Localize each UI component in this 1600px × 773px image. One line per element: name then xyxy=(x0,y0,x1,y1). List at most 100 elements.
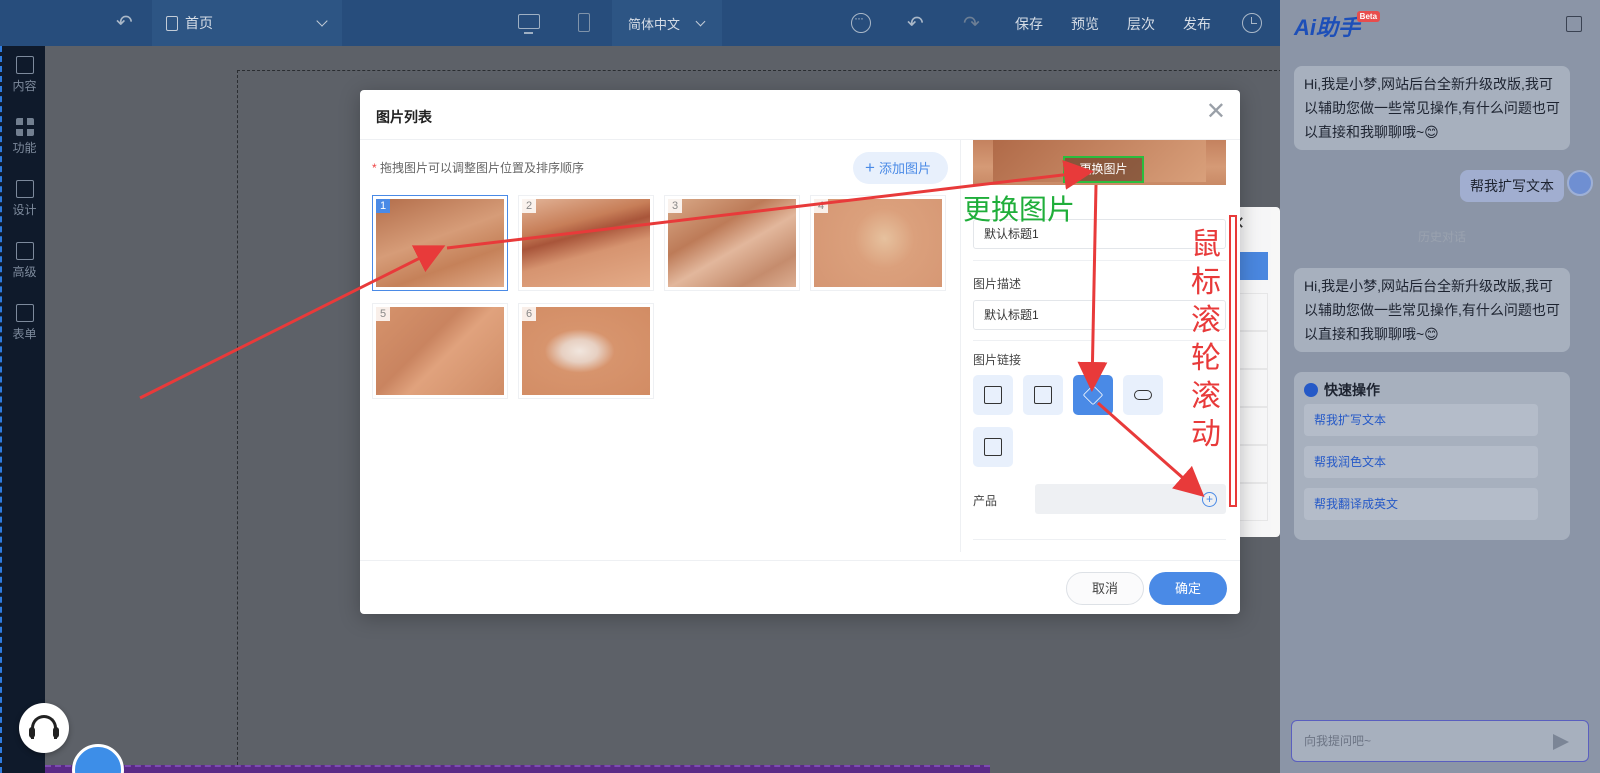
image-thumbnail[interactable]: 6 xyxy=(518,303,654,399)
image-thumbnail[interactable]: 3 xyxy=(664,195,800,291)
annotation-char: 鼠 xyxy=(1191,227,1221,262)
lightning-icon xyxy=(1304,383,1318,397)
canvas-bottom-strip xyxy=(45,765,990,773)
user-message: 帮我扩写文本 xyxy=(1460,170,1564,202)
chain-link-icon xyxy=(1134,390,1152,400)
ai-message: Hi,我是小梦,网站后台全新升级改版,我可以辅助您做一些常见操作,有什么问题也可… xyxy=(1294,268,1570,352)
link-product-button[interactable] xyxy=(1073,375,1113,415)
ai-logo: Ai助手 Beta xyxy=(1294,10,1381,42)
sidebar-item-label: 表单 xyxy=(12,327,37,341)
quick-action-translate[interactable]: 帮我翻译成英文 xyxy=(1304,488,1538,520)
product-label: 产品 xyxy=(973,494,998,508)
history-divider: 历史对话 xyxy=(1418,230,1467,244)
send-icon[interactable] xyxy=(1553,734,1569,750)
grid-icon xyxy=(15,118,34,136)
save-button[interactable]: 保存 xyxy=(1015,14,1043,34)
sidebar-item-label: 高级 xyxy=(12,265,37,279)
image-description-label: 图片描述 xyxy=(973,277,1022,291)
redo-icon[interactable]: ↷ xyxy=(963,11,980,36)
document-icon xyxy=(1034,386,1052,404)
chevron-down-icon xyxy=(695,16,706,27)
divider xyxy=(973,260,1226,261)
image-thumbnail[interactable]: 1 xyxy=(372,195,508,291)
list-icon xyxy=(984,438,1002,456)
more-icon[interactable] xyxy=(851,11,871,33)
ai-logo-text: Ai助手 xyxy=(1294,15,1361,40)
link-list-button[interactable] xyxy=(973,427,1013,467)
thumbnail-index: 3 xyxy=(668,199,682,213)
drag-hint: * 拖拽图片可以调整图片位置及排序顺序 xyxy=(372,161,585,175)
quick-action-polish[interactable]: 帮我润色文本 xyxy=(1304,446,1538,478)
thumbnail-image xyxy=(522,199,650,287)
add-image-label: 添加图片 xyxy=(878,161,931,176)
confirm-button[interactable]: 确定 xyxy=(1149,572,1227,605)
document-icon xyxy=(166,15,178,31)
language-selector[interactable]: 简体中文 xyxy=(612,0,722,46)
thumbnail-index: 1 xyxy=(376,199,390,213)
gift-icon[interactable] xyxy=(1566,16,1582,32)
annotation-char: 动 xyxy=(1191,417,1221,452)
image-link-label: 图片链接 xyxy=(973,353,1022,367)
customer-support-button[interactable] xyxy=(19,703,69,753)
sidebar-item-content[interactable]: 内容 xyxy=(2,56,47,94)
code-icon xyxy=(15,242,34,260)
thumbnail-image xyxy=(814,199,942,287)
image-thumbnail[interactable]: 2 xyxy=(518,195,654,291)
sidebar-item-label: 设计 xyxy=(12,203,37,217)
product-select-field[interactable] xyxy=(1035,484,1226,514)
sidebar-item-design[interactable]: 设计 xyxy=(2,180,47,218)
add-image-button[interactable]: + 添加图片 xyxy=(853,152,948,184)
left-sidebar: 内容 功能 设计 高级 表单 xyxy=(0,46,45,773)
sidebar-item-advanced[interactable]: 高级 xyxy=(2,242,47,280)
headset-icon xyxy=(29,715,59,739)
thumbnail-index: 4 xyxy=(814,199,828,213)
ai-question-input[interactable]: 向我提问吧~ xyxy=(1291,720,1589,762)
quick-action-expand[interactable]: 帮我扩写文本 xyxy=(1304,404,1538,436)
publish-button[interactable]: 发布 xyxy=(1183,14,1211,34)
sidebar-item-function[interactable]: 功能 xyxy=(2,118,47,156)
dialog-title: 图片列表 xyxy=(360,90,1240,140)
image-thumbnail[interactable]: 4 xyxy=(810,195,946,291)
editor-toolbar: ↶ 首页 简体中文 ↶ ↷ 保存 预览 层次 发布 xyxy=(0,0,1280,46)
preview-button[interactable]: 预览 xyxy=(1071,14,1099,34)
annotation-char: 滚 xyxy=(1191,303,1221,338)
layers-icon xyxy=(1082,384,1104,406)
panel-divider xyxy=(960,140,961,552)
user-avatar xyxy=(1567,170,1593,196)
layers-button[interactable]: 层次 xyxy=(1127,14,1155,34)
back-undo-icon[interactable]: ↶ xyxy=(116,10,133,35)
quick-actions-card: 快速操作 帮我扩写文本 帮我润色文本 帮我翻译成英文 xyxy=(1294,372,1570,540)
annotation-scroll-wheel: 鼠 标 滚 轮 滚 动 xyxy=(1191,226,1231,454)
annotation-char: 滚 xyxy=(1191,379,1221,414)
beta-badge: Beta xyxy=(1356,11,1381,22)
link-page-button[interactable] xyxy=(973,375,1013,415)
image-thumbnail[interactable]: 5 xyxy=(372,303,508,399)
divider xyxy=(973,539,1226,540)
thumbnail-image xyxy=(522,307,650,395)
annotation-char: 轮 xyxy=(1191,341,1221,376)
page-selector[interactable]: 首页 xyxy=(152,0,342,46)
link-url-button[interactable] xyxy=(1123,375,1163,415)
page-selector-label: 首页 xyxy=(185,15,213,31)
sidebar-item-label: 内容 xyxy=(12,79,37,93)
add-circle-icon[interactable]: + xyxy=(1202,492,1217,507)
close-icon[interactable]: ✕ xyxy=(1206,100,1226,124)
mobile-view-icon[interactable] xyxy=(578,13,590,32)
divider xyxy=(973,340,1226,341)
desktop-view-icon[interactable] xyxy=(518,14,540,34)
language-selector-label: 简体中文 xyxy=(628,16,681,32)
sidebar-item-label: 功能 xyxy=(12,141,37,155)
thumbnail-index: 2 xyxy=(522,199,536,213)
annotation-char: 标 xyxy=(1191,265,1221,300)
undo-icon[interactable]: ↶ xyxy=(907,11,924,36)
image-description-field[interactable]: 默认标题1 xyxy=(973,300,1226,330)
ai-message: Hi,我是小梦,网站后台全新升级改版,我可以辅助您做一些常见操作,有什么问题也可… xyxy=(1294,66,1570,150)
thumbnail-index: 5 xyxy=(376,307,390,321)
link-article-button[interactable] xyxy=(1023,375,1063,415)
sidebar-item-form[interactable]: 表单 xyxy=(2,304,47,342)
thumbnail-image xyxy=(376,307,504,395)
change-image-button[interactable]: 更换图片 xyxy=(1063,156,1144,183)
quick-actions-title: 快速操作 xyxy=(1304,380,1380,400)
history-icon[interactable] xyxy=(1242,13,1262,33)
cancel-button[interactable]: 取消 xyxy=(1066,572,1144,605)
